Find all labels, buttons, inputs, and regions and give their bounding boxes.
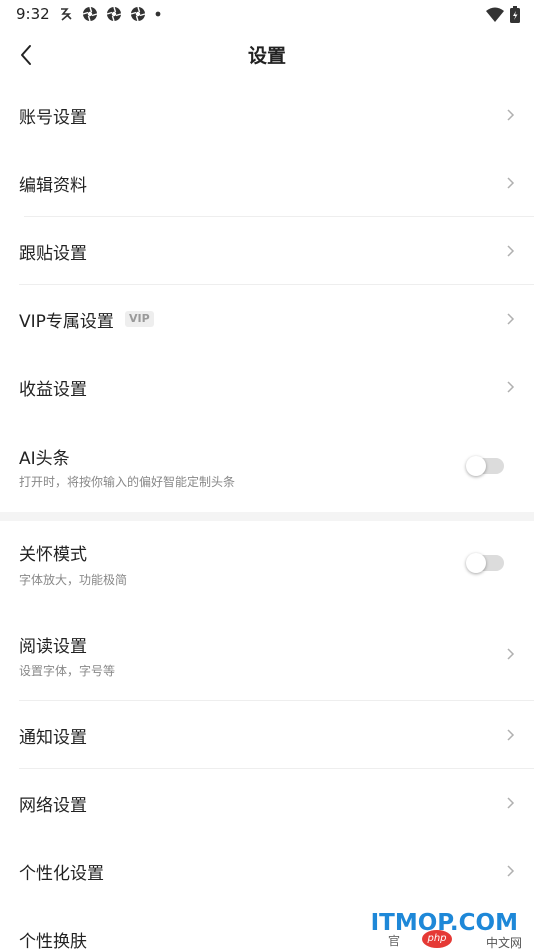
settings-item-label: 编辑资料 <box>19 176 87 196</box>
chevron-right-icon <box>507 797 515 809</box>
settings-item-label: AI头条 <box>19 449 70 469</box>
watermark: ITMOP.COM 官 php 中文网 <box>371 908 526 950</box>
vip-badge: VIP <box>125 311 154 327</box>
dot-icon <box>155 11 161 17</box>
status-system-icons <box>486 6 520 23</box>
watermark-cn-text: 中文网 <box>485 936 522 950</box>
pinwheel-icon <box>106 6 122 22</box>
settings-item-subtitle: 字体放大，功能极简 <box>19 573 128 587</box>
pinwheel-icon <box>130 6 146 22</box>
watermark-left-text: 官 <box>388 934 401 948</box>
status-bar: 9:32 <box>0 0 534 30</box>
settings-item-label: 跟贴设置 <box>19 244 87 264</box>
app-icon <box>61 8 72 21</box>
status-time: 9:32 <box>16 5 50 23</box>
php-logo: php <box>422 930 452 948</box>
settings-item-label: 收益设置 <box>19 380 87 400</box>
settings-item-edit-profile[interactable]: 编辑资料 <box>0 150 534 216</box>
settings-item-network[interactable]: 网络设置 <box>0 770 534 836</box>
divider <box>19 284 534 285</box>
page-title: 设置 <box>247 45 286 67</box>
settings-item-ai-headlines: AI头条 打开时，将按你输入的偏好智能定制头条 <box>0 422 534 510</box>
chevron-right-icon <box>507 648 515 660</box>
pinwheel-icon <box>82 6 98 22</box>
chevron-right-icon <box>507 865 515 877</box>
settings-item-label: 账号设置 <box>19 108 87 128</box>
toggle-knob <box>466 553 486 573</box>
section-separator <box>0 512 534 521</box>
settings-item-subtitle: 设置字体，字号等 <box>19 664 116 678</box>
settings-item-notifications[interactable]: 通知设置 <box>0 702 534 768</box>
settings-item-label: 个性化设置 <box>19 864 104 884</box>
settings-item-subtitle: 打开时，将按你输入的偏好智能定制头条 <box>19 475 236 489</box>
chevron-right-icon <box>507 729 515 741</box>
settings-item-label: 通知设置 <box>19 728 87 748</box>
settings-item-vip[interactable]: VIP专属设置 VIP <box>0 286 534 352</box>
settings-item-care-mode: 关怀模式 字体放大，功能极简 <box>0 522 534 606</box>
status-notification-icons <box>58 6 162 22</box>
chevron-right-icon <box>507 381 515 393</box>
chevron-right-icon <box>507 109 515 121</box>
divider <box>24 216 534 217</box>
settings-item-label: 个性换肤 <box>19 932 87 952</box>
settings-item-personalization[interactable]: 个性化设置 <box>0 838 534 904</box>
ai-headlines-toggle[interactable] <box>466 456 504 476</box>
settings-item-label: VIP专属设置 <box>19 312 114 332</box>
settings-item-label: 阅读设置 <box>19 637 87 657</box>
divider <box>19 700 534 701</box>
wifi-icon <box>486 7 504 22</box>
battery-icon <box>510 6 520 23</box>
settings-item-earnings[interactable]: 收益设置 <box>0 354 534 420</box>
settings-item-label: 关怀模式 <box>19 545 87 565</box>
chevron-right-icon <box>507 313 515 325</box>
settings-item-account[interactable]: 账号设置 <box>0 82 534 148</box>
title-bar: 设置 <box>0 30 534 80</box>
settings-item-comments[interactable]: 跟贴设置 <box>0 218 534 284</box>
chevron-right-icon <box>507 245 515 257</box>
settings-item-reading[interactable]: 阅读设置 设置字体，字号等 <box>0 610 534 698</box>
settings-item-label: 网络设置 <box>19 796 87 816</box>
divider <box>19 768 534 769</box>
care-mode-toggle[interactable] <box>466 553 504 573</box>
toggle-knob <box>466 456 486 476</box>
chevron-right-icon <box>507 177 515 189</box>
